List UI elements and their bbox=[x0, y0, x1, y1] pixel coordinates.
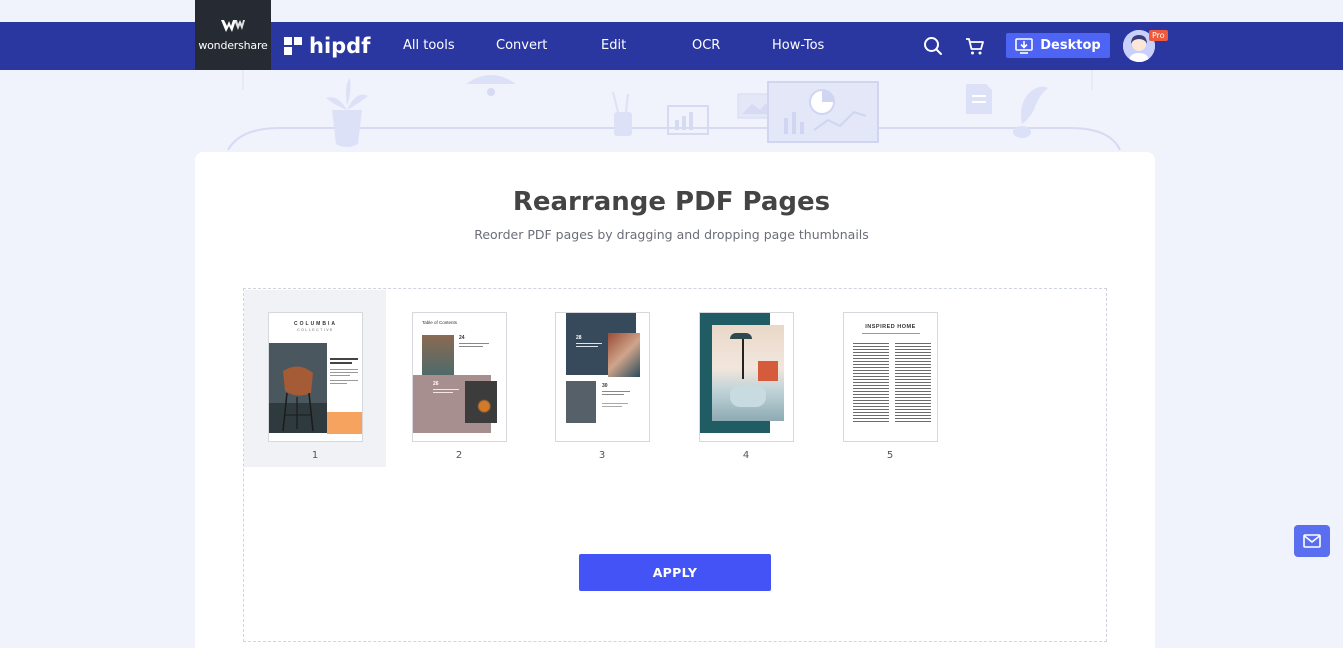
wondershare-mark-icon bbox=[221, 20, 245, 32]
p2-title: Table of Contents bbox=[422, 320, 458, 325]
p3-photo-b bbox=[566, 381, 596, 423]
apply-button[interactable]: APPLY bbox=[579, 554, 771, 591]
page-thumbnail-5[interactable]: INSPIRED HOME 5 bbox=[819, 290, 961, 467]
nav-edit[interactable]: Edit bbox=[601, 38, 626, 53]
page-thumbnail-3[interactable]: 28 30 3 bbox=[531, 290, 673, 467]
page-preview-3: 28 30 bbox=[555, 312, 650, 442]
p1-subtitle: COLLECTIVE bbox=[297, 328, 334, 332]
download-desktop-icon bbox=[1015, 37, 1034, 54]
page-preview-2: Table of Contents 24 26 bbox=[412, 312, 507, 442]
page-subtitle: Reorder PDF pages by dragging and droppi… bbox=[474, 227, 869, 242]
page-number-1: 1 bbox=[311, 450, 319, 461]
nav-how-tos[interactable]: How-Tos bbox=[772, 38, 824, 53]
search-icon[interactable] bbox=[923, 36, 943, 56]
page-thumbnail-2[interactable]: Table of Contents 24 26 2 bbox=[388, 290, 530, 467]
page-preview-1: COLUMBIA COLLECTIVE bbox=[268, 312, 363, 442]
p3-photo-a bbox=[608, 333, 640, 377]
pro-badge: Pro bbox=[1149, 30, 1168, 41]
nav-convert[interactable]: Convert bbox=[496, 38, 547, 53]
p3-num-a: 28 bbox=[576, 335, 582, 341]
page-thumbnail-1[interactable]: COLUMBIA COLLECTIVE 1 bbox=[244, 290, 386, 467]
p1-title: COLUMBIA bbox=[294, 321, 337, 327]
page-number-3: 3 bbox=[598, 450, 606, 461]
wondershare-logo[interactable]: wondershare bbox=[195, 0, 271, 70]
p2-num-b: 26 bbox=[433, 381, 439, 387]
page-thumbnail-4[interactable]: 4 bbox=[675, 290, 817, 467]
nav-all-tools[interactable]: All tools bbox=[403, 38, 455, 53]
page-number-4: 4 bbox=[742, 450, 750, 461]
desktop-download-button[interactable]: Desktop bbox=[1006, 33, 1110, 58]
nav-ocr[interactable]: OCR bbox=[692, 38, 720, 53]
cart-icon[interactable] bbox=[965, 36, 985, 56]
page-number-5: 5 bbox=[886, 450, 894, 461]
p5-text-columns bbox=[853, 343, 931, 423]
p1-text-block bbox=[330, 358, 358, 384]
desktop-button-label: Desktop bbox=[1040, 38, 1101, 53]
chair-photo bbox=[269, 343, 327, 433]
mail-icon bbox=[1303, 534, 1321, 548]
p3-num-b: 30 bbox=[602, 383, 608, 389]
p1-orange-block bbox=[327, 412, 362, 434]
banner-illustration bbox=[227, 70, 1121, 151]
hipdf-logo-icon bbox=[284, 37, 302, 55]
page-preview-5: INSPIRED HOME bbox=[843, 312, 938, 442]
vendor-logo-text: wondershare bbox=[198, 39, 268, 52]
brand-name: hipdf bbox=[309, 34, 371, 58]
p2-num-a: 24 bbox=[459, 335, 465, 341]
page-preview-4 bbox=[699, 312, 794, 442]
brand-logo[interactable]: hipdf bbox=[284, 34, 370, 58]
p2-photo-a bbox=[422, 335, 454, 375]
page-title: Rearrange PDF Pages bbox=[512, 187, 831, 217]
feedback-mail-button[interactable] bbox=[1294, 525, 1330, 557]
p5-title: INSPIRED HOME bbox=[865, 324, 916, 330]
page-number-2: 2 bbox=[455, 450, 463, 461]
p2-photo-b bbox=[465, 381, 497, 423]
